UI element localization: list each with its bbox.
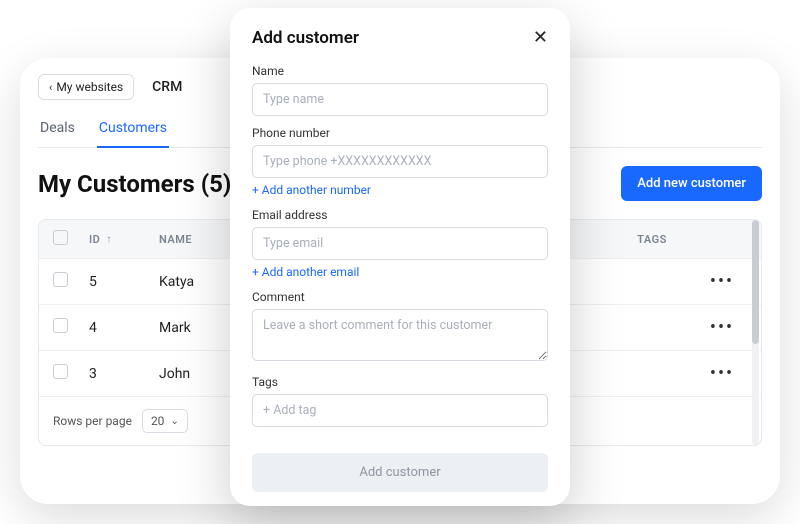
- close-icon[interactable]: ✕: [533, 29, 548, 47]
- rows-per-page-value: 20: [151, 414, 165, 428]
- chevron-left-icon: ‹: [49, 81, 52, 94]
- row-checkbox[interactable]: [53, 272, 68, 287]
- add-customer-submit-button[interactable]: Add customer: [252, 453, 548, 492]
- add-new-customer-button[interactable]: Add new customer: [621, 166, 762, 201]
- phone-label: Phone number: [252, 126, 548, 140]
- row-checkbox[interactable]: [53, 318, 68, 333]
- cell-id: 4: [89, 320, 159, 336]
- comment-textarea[interactable]: [252, 309, 548, 361]
- back-label: My websites: [56, 80, 123, 94]
- name-label: Name: [252, 64, 548, 78]
- tags-label: Tags: [252, 375, 548, 389]
- comment-label: Comment: [252, 290, 548, 304]
- row-actions-icon[interactable]: •••: [710, 271, 734, 292]
- add-another-email-link[interactable]: + Add another email: [252, 265, 359, 279]
- select-all-checkbox[interactable]: [53, 230, 68, 245]
- row-actions-icon[interactable]: •••: [710, 363, 734, 384]
- app-title: CRM: [146, 79, 182, 95]
- tab-customers[interactable]: Customers: [97, 114, 169, 148]
- tags-input[interactable]: + Add tag: [252, 394, 548, 427]
- col-tags[interactable]: TAGS: [607, 233, 697, 246]
- table-scrollbar-thumb[interactable]: [752, 220, 759, 344]
- rows-per-page-label: Rows per page: [53, 414, 132, 428]
- email-input[interactable]: [252, 227, 548, 260]
- cell-id: 5: [89, 274, 159, 290]
- row-actions-icon[interactable]: •••: [710, 317, 734, 338]
- col-id[interactable]: ID: [89, 233, 100, 246]
- name-input[interactable]: [252, 83, 548, 116]
- phone-input[interactable]: [252, 145, 548, 178]
- cell-id: 3: [89, 366, 159, 382]
- rows-per-page-select[interactable]: 20 ⌄: [142, 409, 188, 433]
- tab-deals[interactable]: Deals: [38, 114, 77, 147]
- chevron-down-icon: ⌄: [170, 416, 178, 427]
- add-customer-modal: Add customer ✕ Name Phone number + Add a…: [230, 8, 570, 506]
- add-another-number-link[interactable]: + Add another number: [252, 183, 371, 197]
- sort-asc-icon[interactable]: ↑: [106, 234, 112, 245]
- page-title: My Customers (5): [38, 170, 231, 198]
- back-button[interactable]: ‹ My websites: [38, 74, 134, 100]
- modal-title: Add customer: [252, 28, 359, 48]
- row-checkbox[interactable]: [53, 364, 68, 379]
- email-label: Email address: [252, 208, 548, 222]
